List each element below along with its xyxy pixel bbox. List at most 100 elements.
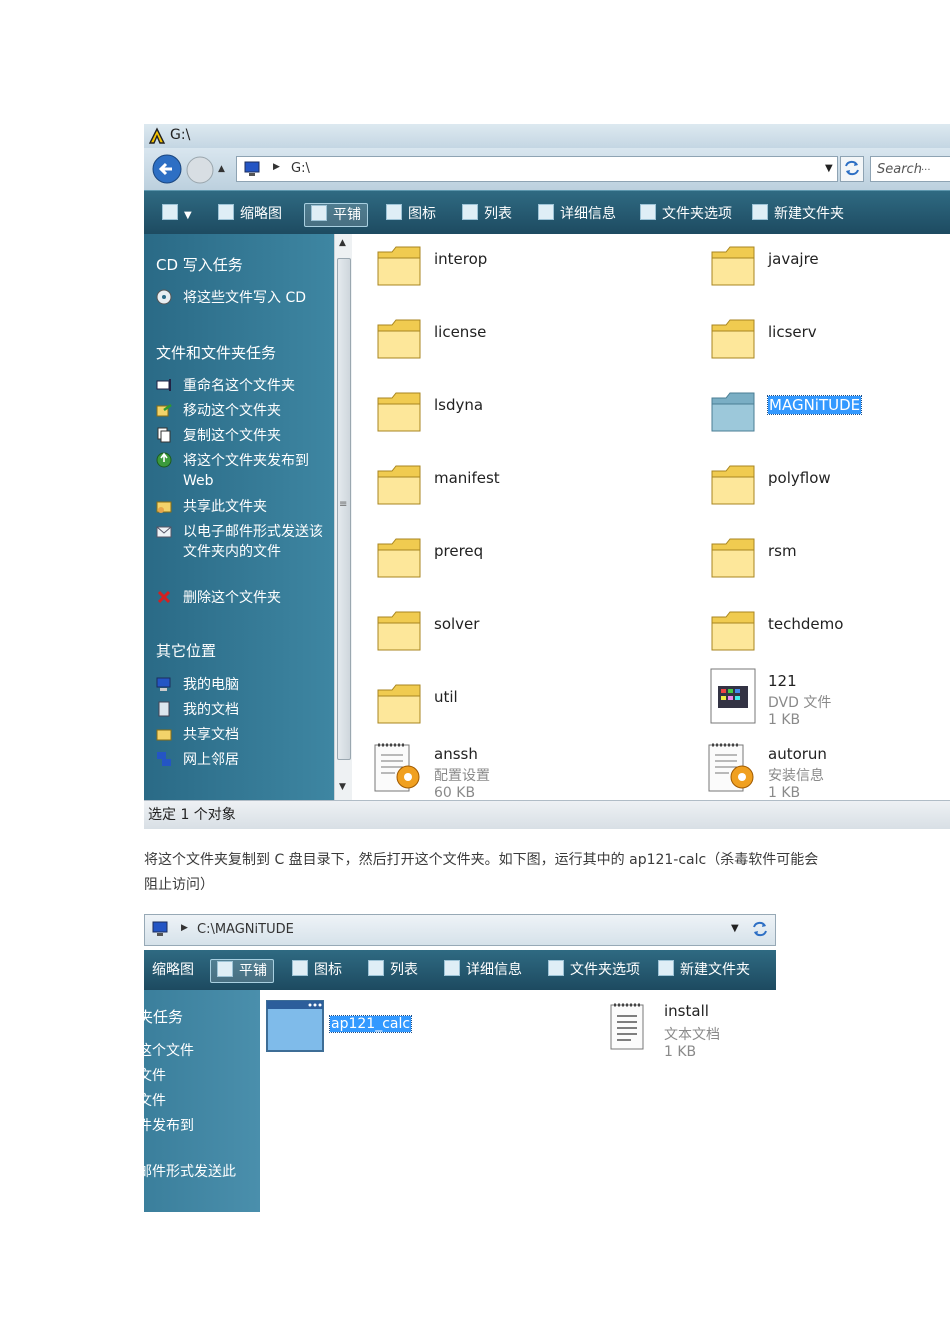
file-item-lsdyna[interactable]: lsdyna	[376, 384, 636, 444]
file-item-polyflow[interactable]: polyflow	[710, 457, 950, 517]
folder-icon	[376, 244, 422, 288]
file-type: 配置设置	[434, 768, 490, 784]
thumbnails-label: 缩略图	[240, 206, 282, 222]
file-item-techdemo[interactable]: techdemo	[710, 603, 950, 663]
views-menu-button[interactable]: ▼	[162, 203, 192, 225]
thumbnails-button[interactable]: 缩略图	[152, 959, 194, 981]
sidebar-item[interactable]: 件发布到	[144, 1115, 194, 1135]
details-button[interactable]: 详细信息	[538, 203, 616, 225]
new-folder-icon	[658, 960, 674, 976]
share-folder-link[interactable]: 共享此文件夹	[156, 497, 326, 517]
icons-button[interactable]: 图标	[386, 203, 436, 225]
list-button[interactable]: 列表	[368, 959, 418, 981]
folder-icon	[376, 609, 422, 653]
file-name: lsdyna	[434, 396, 484, 414]
address-row: ▲ ▶ G:\ ▼ Search ...	[144, 148, 950, 190]
address-dropdown-icon[interactable]: ▼	[731, 923, 739, 934]
folder-options-label: 文件夹选项	[662, 206, 732, 222]
folder-options-icon	[640, 204, 656, 220]
file-name: solver	[434, 615, 480, 633]
file-name: license	[434, 323, 487, 341]
refresh-icon[interactable]	[749, 918, 773, 942]
breadcrumb-arrow-icon: ▶	[273, 162, 280, 172]
list-button[interactable]: 列表	[462, 203, 512, 225]
shared-documents-link[interactable]: 共享文档	[156, 725, 326, 745]
file-size: 1 KB	[664, 1044, 697, 1060]
file-item-prereq[interactable]: prereq	[376, 530, 636, 590]
file-item-licserv[interactable]: licserv	[710, 311, 950, 371]
folder-options-button[interactable]: 文件夹选项	[548, 959, 640, 981]
new-folder-button[interactable]: 新建文件夹	[658, 959, 750, 981]
file-tasks-title: 文件和文件夹任务	[156, 344, 277, 362]
address-text: C:\MAGNiTUDE	[197, 922, 294, 937]
file-item-solver[interactable]: solver	[376, 603, 636, 663]
rename-folder-link[interactable]: 重命名这个文件夹	[156, 376, 326, 396]
explorer-window-g-drive: G:\ ▲ ▶ G:\ ▼ Search ... ▼ 缩略图 平铺 图标 列表 …	[144, 124, 950, 832]
details-button[interactable]: 详细信息	[444, 959, 522, 981]
sidebar-item[interactable]: 文件	[144, 1090, 166, 1110]
address-bar[interactable]: ▶ G:\ ▼	[236, 156, 838, 182]
text-document-icon	[610, 1002, 644, 1050]
folder-options-button[interactable]: 文件夹选项	[640, 203, 732, 225]
scroll-down-icon[interactable]: ▼	[339, 782, 346, 792]
my-computer-link[interactable]: 我的电脑	[156, 675, 326, 695]
new-folder-button[interactable]: 新建文件夹	[752, 203, 844, 225]
layout-icon	[162, 204, 178, 220]
file-item-javajre[interactable]: javajre	[710, 238, 950, 298]
delete-folder-link[interactable]: 删除这个文件夹	[156, 588, 326, 608]
icons-button[interactable]: 图标	[292, 959, 342, 981]
tiles-button[interactable]: 平铺	[304, 203, 368, 227]
dvd-file-icon	[710, 668, 756, 724]
email-files-link[interactable]: 以电子邮件形式发送该文件夹内的文件	[156, 522, 326, 562]
file-item-interop[interactable]: interop	[376, 238, 636, 298]
refresh-button[interactable]	[840, 156, 864, 182]
file-item-util[interactable]: util	[376, 676, 636, 736]
file-size: 1 KB	[768, 712, 801, 728]
history-dropdown-icon[interactable]: ▲	[218, 164, 225, 174]
file-list: interop javajre license licserv lsdyna MAGNiT…	[352, 234, 950, 800]
folder-icon	[376, 390, 422, 434]
search-placeholder: Search	[877, 162, 922, 177]
sidebar-item[interactable]: 这个文件	[144, 1040, 194, 1060]
move-folder-link[interactable]: 移动这个文件夹	[156, 401, 326, 421]
tiles-button[interactable]: 平铺	[210, 959, 274, 983]
scroll-up-icon[interactable]: ▲	[339, 238, 346, 248]
details-label: 详细信息	[560, 206, 616, 222]
publish-web-link[interactable]: 将这个文件夹发布到 Web	[156, 451, 326, 491]
my-documents-link[interactable]: 我的文档	[156, 700, 326, 720]
vertical-scrollbar[interactable]: ▲ ≡ ▼	[334, 234, 352, 800]
file-item-license[interactable]: license	[376, 311, 636, 371]
network-link[interactable]: 网上邻居	[156, 750, 326, 770]
address-dropdown-icon[interactable]: ▼	[825, 163, 833, 174]
icons-label: 图标	[314, 962, 342, 978]
back-button[interactable]	[152, 154, 182, 184]
title-bar: G:\	[144, 124, 950, 148]
icons-icon	[386, 204, 402, 220]
scroll-thumb[interactable]: ≡	[337, 258, 351, 760]
thumbnails-label: 缩略图	[152, 962, 194, 978]
caption-text: 将这个文件夹复制到 C 盘目录下，然后打开这个文件夹。如下图，运行其中的 ap1…	[144, 852, 819, 893]
file-item-121[interactable]: 121 DVD 文件 1 KB	[710, 668, 950, 736]
folder-icon	[710, 244, 756, 288]
file-name: prereq	[434, 542, 484, 560]
file-item-manifest[interactable]: manifest	[376, 457, 636, 517]
sidebar-item[interactable]: 文件	[144, 1065, 166, 1085]
file-type: 安装信息	[768, 768, 824, 784]
forward-button[interactable]	[186, 156, 214, 184]
file-item-autorun[interactable]: autorun 安装信息 1 KB	[708, 743, 950, 800]
file-name: rsm	[768, 542, 797, 560]
search-input[interactable]: Search ...	[870, 156, 950, 182]
thumbnails-button[interactable]: 缩略图	[218, 203, 282, 225]
file-item-magnitude[interactable]: MAGNiTUDE	[710, 384, 950, 444]
folder-options-label: 文件夹选项	[570, 962, 640, 978]
cd-write-link[interactable]: 将这些文件写入 CD	[156, 288, 326, 308]
file-item-rsm[interactable]: rsm	[710, 530, 950, 590]
file-item-ap121-calc[interactable]: ap121_calc	[266, 1000, 526, 1060]
copy-folder-link[interactable]: 复制这个文件夹	[156, 426, 326, 446]
file-item-install[interactable]: install 文本文档 1 KB	[610, 998, 776, 1060]
file-size: 1 KB	[768, 785, 801, 800]
file-item-anssh[interactable]: anssh 配置设置 60 KB	[374, 743, 636, 800]
icons-label: 图标	[408, 206, 436, 222]
sidebar-item[interactable]: 邮件形式发送此	[144, 1161, 236, 1181]
address-bar[interactable]: ▶ C:\MAGNiTUDE ▼	[144, 914, 776, 946]
